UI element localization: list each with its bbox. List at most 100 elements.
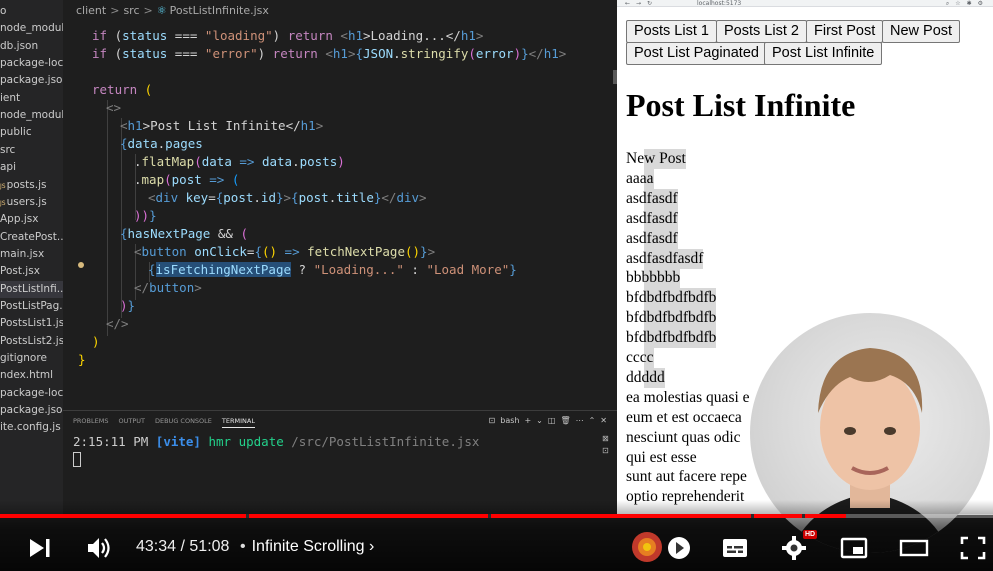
breadcrumb-src[interactable]: src: [123, 4, 139, 17]
hd-badge: HD: [803, 530, 818, 539]
explorer-item-label: PostsList1.jsx: [0, 317, 63, 330]
explorer-item-label: CreatePost....: [0, 230, 63, 243]
explorer-item-label: o: [0, 5, 7, 17]
channel-logo[interactable]: [628, 530, 666, 564]
explorer-item[interactable]: package.json: [0, 402, 63, 419]
tab-debug-console[interactable]: DEBUG CONSOLE: [155, 417, 212, 425]
fullscreen-icon[interactable]: [959, 535, 987, 561]
chapter-marker: [488, 514, 491, 518]
chevron-up-icon[interactable]: ⌃: [589, 416, 596, 425]
explorer-item-label: node_modul...: [0, 22, 63, 35]
tab-output[interactable]: OUTPUT: [118, 417, 145, 425]
chapter-marker: [802, 514, 805, 518]
explorer-item[interactable]: api: [0, 159, 16, 176]
explorer-item[interactable]: ndex.html: [0, 367, 53, 384]
explorer-item[interactable]: node_modul...: [0, 107, 63, 124]
split-terminal-icon[interactable]: ◫: [548, 416, 556, 425]
address-bar[interactable]: localhost:5173: [697, 0, 741, 6]
explorer-item[interactable]: src: [0, 142, 15, 159]
terminal-list-icon[interactable]: ⊡: [602, 445, 611, 457]
code-line: <>: [106, 100, 122, 115]
react-file-icon: ⚛: [156, 4, 167, 17]
explorer-item[interactable]: gitignore: [0, 350, 47, 367]
post-list-paginated-button[interactable]: Post List Paginated: [626, 42, 767, 65]
first-post-button[interactable]: First Post: [806, 20, 884, 43]
explorer-item[interactable]: package-loc...: [0, 55, 63, 72]
explorer-item-label: ite.config.js: [0, 421, 61, 434]
new-post-button[interactable]: New Post: [882, 20, 961, 43]
browser-nav-icons[interactable]: ←→↻: [625, 0, 658, 6]
code-line: </>: [106, 316, 129, 331]
tab-terminal[interactable]: TERMINAL: [221, 417, 255, 428]
code-line: }: [78, 352, 86, 367]
explorer-item[interactable]: package.json: [0, 72, 63, 89]
post-item: asdfasdf: [626, 208, 678, 229]
explorer-item-label: PostListInfi...: [0, 282, 63, 295]
vscode-window: o node_modul... db.json package-loc... packa…: [0, 0, 617, 515]
explorer-item[interactable]: db.json: [0, 38, 38, 55]
shell-name[interactable]: bash: [500, 416, 519, 425]
explorer-item[interactable]: App.jsx: [0, 211, 38, 228]
chevron-down-icon[interactable]: ⌄: [536, 416, 543, 425]
close-icon[interactable]: ✕: [600, 416, 607, 425]
panel-toolbar: ⊡ bash + ⌄ ◫ 🗑 ⋯ ⌃ ✕: [484, 416, 607, 425]
code-line: {data.pages: [120, 136, 203, 151]
posts-list-1-button[interactable]: Posts List 1: [626, 20, 717, 43]
more-icon[interactable]: ⋯: [576, 416, 584, 425]
post-item: bfdbdfbdfbdfb: [626, 288, 717, 309]
terminal-cursor[interactable]: [73, 452, 81, 467]
explorer-item[interactable]: JSposts.js: [0, 177, 46, 194]
code-line: .map(post => (: [134, 172, 240, 187]
tab-problems[interactable]: PROBLEMS: [73, 417, 108, 425]
explorer-item[interactable]: PostListInfi...: [0, 280, 63, 298]
explorer-item[interactable]: public: [0, 124, 32, 141]
post-item: asdfasdfasdf: [626, 248, 704, 269]
explorer-item-label: public: [0, 126, 32, 139]
explorer-item[interactable]: o: [0, 3, 6, 20]
explorer-item[interactable]: main.jsx: [0, 246, 44, 263]
browser-extension-icons[interactable]: ⌕☆✱⚙: [946, 0, 989, 6]
terminal-list-icon[interactable]: ⊠: [602, 433, 611, 445]
explorer-item[interactable]: node_modul...: [0, 20, 63, 37]
code-editor[interactable]: client > src > ⚛ PostListInfinite.jsx if (sta…: [63, 0, 617, 410]
explorer-item[interactable]: ient: [0, 90, 20, 107]
chapter-marker: [246, 514, 249, 518]
chapter-marker: [751, 514, 754, 518]
add-terminal-icon[interactable]: +: [524, 416, 531, 425]
breadcrumb-separator: >: [110, 4, 120, 17]
page-title: Post List Infinite: [626, 87, 856, 123]
explorer-item-label: users.js: [6, 195, 47, 208]
explorer-item-label: Post.jsx: [0, 265, 40, 278]
play-next-icon[interactable]: [28, 537, 52, 559]
explorer-item[interactable]: PostsList1.jsx: [0, 315, 63, 332]
explorer-item[interactable]: CreatePost....: [0, 229, 63, 246]
posts-list-2-button[interactable]: Posts List 2: [716, 20, 807, 43]
explorer-item[interactable]: JSusers.js: [0, 194, 47, 211]
post-item: nesciunt quas odic: [626, 428, 741, 446]
code-line: <h1>Post List Infinite</h1>: [120, 118, 324, 133]
post-item: ddddd: [626, 367, 665, 388]
explorer-item[interactable]: ite.config.js: [0, 419, 61, 436]
code-line: ))}: [134, 208, 157, 223]
explorer-item-label: App.jsx: [0, 213, 39, 226]
explorer-item[interactable]: PostsList2.jsx: [0, 333, 63, 350]
subtitles-icon[interactable]: [721, 535, 749, 561]
autoplay-toggle-icon[interactable]: [666, 535, 694, 561]
explorer-item[interactable]: package-loc...: [0, 385, 63, 402]
explorer-item[interactable]: Post.jsx: [0, 263, 40, 280]
browser-toolbar: ←→↻ localhost:5173 ⌕☆✱⚙: [617, 0, 993, 7]
player-controls: 43:34 / 51:08 • Infinite Scrolling ›: [0, 525, 993, 571]
post-item: aaaa: [626, 168, 654, 189]
volume-icon[interactable]: [85, 535, 113, 561]
miniplayer-icon[interactable]: [840, 535, 868, 561]
theater-mode-icon[interactable]: [899, 535, 929, 561]
chapter-button[interactable]: • Infinite Scrolling ›: [240, 538, 374, 556]
post-item: sunt aut facere repe: [626, 468, 747, 486]
explorer-item[interactable]: PostListPag...: [0, 298, 63, 315]
breadcrumb-client[interactable]: client: [76, 4, 106, 17]
post-list-infinite-button[interactable]: Post List Infinite: [764, 42, 883, 65]
breadcrumb-file[interactable]: PostListInfinite.jsx: [170, 4, 269, 17]
trash-icon[interactable]: 🗑: [560, 416, 570, 425]
lightbulb-icon[interactable]: [78, 262, 84, 268]
post-item: bfdbdfbdfbdfb: [626, 308, 717, 329]
